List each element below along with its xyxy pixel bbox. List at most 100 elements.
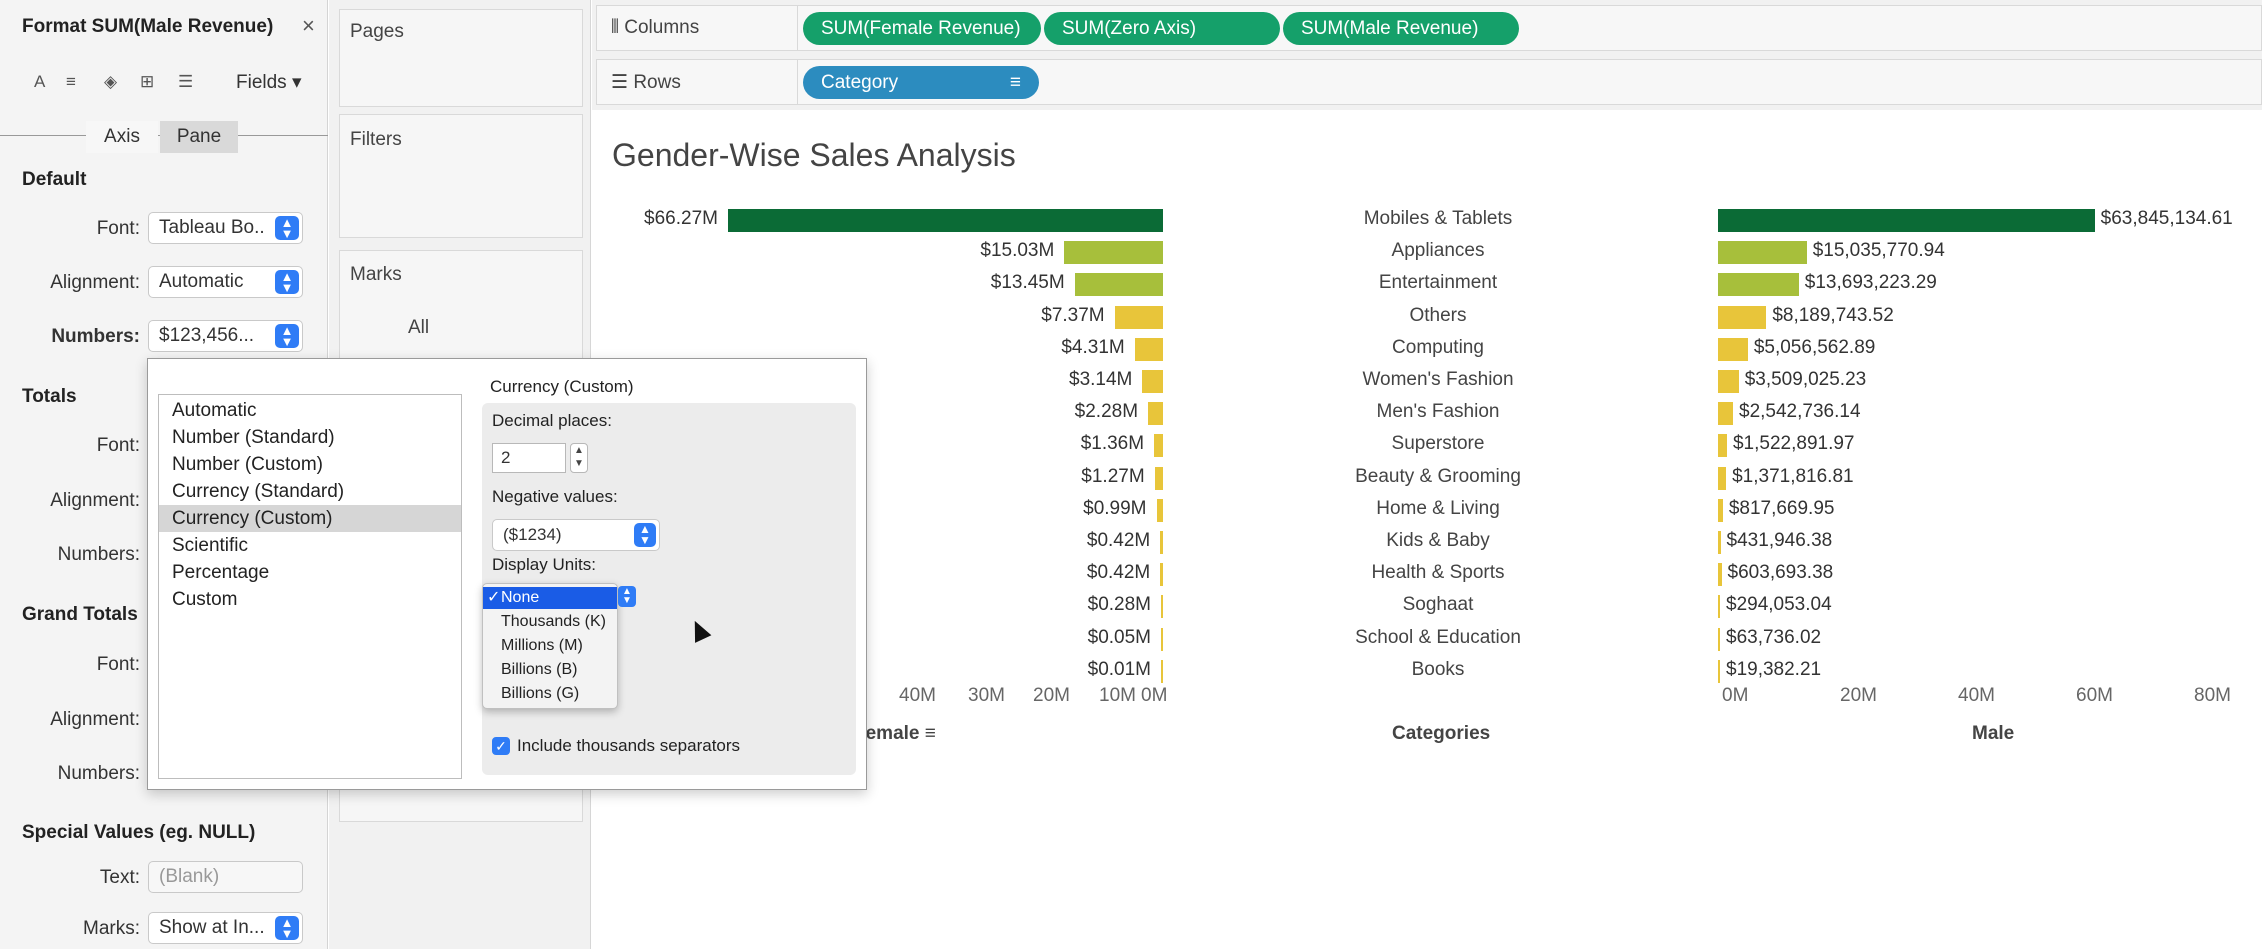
number-format-list[interactable]: Automatic Number (Standard) Number (Cust… <box>158 394 462 779</box>
male-bar[interactable] <box>1718 305 1767 329</box>
category-label: Men's Fashion <box>1376 401 1500 423</box>
male-bar[interactable] <box>1718 595 1720 619</box>
pill-zero-axis[interactable]: SUM(Zero Axis) <box>1044 12 1280 45</box>
default-alignment-label: Alignment: <box>50 272 140 293</box>
male-bar[interactable] <box>1718 659 1720 683</box>
grand-totals-font-label: Font: <box>96 654 140 675</box>
female-bar[interactable] <box>1114 305 1163 329</box>
female-value-label: $0.05M <box>1087 626 1151 648</box>
female-bar[interactable] <box>1154 466 1163 490</box>
female-value-label: $0.42M <box>1086 562 1151 584</box>
female-bar[interactable] <box>1074 273 1163 297</box>
female-bar[interactable] <box>1064 241 1163 265</box>
female-bar[interactable] <box>1142 370 1163 393</box>
thousands-separator-label: Include thousands separators <box>517 736 741 755</box>
font-format-icon[interactable]: A <box>34 72 45 92</box>
female-bar[interactable] <box>728 209 1163 232</box>
display-units-menu[interactable]: ✓ None Thousands (K) Millions (M) Billio… <box>482 583 618 709</box>
format-option-percentage[interactable]: Percentage <box>159 559 461 586</box>
columns-shelf[interactable]: ⫴ Columns SUM(Female Revenue) SUM(Zero A… <box>596 5 2262 51</box>
alignment-format-icon[interactable]: ≡ <box>66 72 76 92</box>
decimal-places-stepper[interactable]: ▲ ▼ <box>570 443 588 473</box>
tab-pane[interactable]: Pane <box>160 121 238 153</box>
female-bar[interactable] <box>1134 337 1163 361</box>
default-font-dropdown[interactable]: Tableau Bo.. ▲ ▼ <box>148 212 303 244</box>
default-numbers-label: Numbers: <box>51 326 140 347</box>
format-option-custom[interactable]: Custom <box>159 586 461 613</box>
pill-category[interactable]: Category ≡ <box>803 66 1039 99</box>
male-bar[interactable] <box>1718 370 1739 393</box>
special-marks-value: Show at In... <box>159 917 265 938</box>
format-option-automatic[interactable]: Automatic <box>159 397 461 424</box>
format-option-currency-custom[interactable]: Currency (Custom) <box>159 505 461 532</box>
category-label: Appliances <box>1391 240 1485 262</box>
female-value-label: $66.27M <box>644 208 718 229</box>
male-bar[interactable] <box>1718 337 1748 361</box>
decimal-places-input[interactable]: 2 <box>492 443 566 473</box>
close-icon[interactable]: × <box>302 13 315 39</box>
male-value-label: $603,693.38 <box>1727 562 1834 584</box>
pill-male-revenue[interactable]: SUM(Male Revenue) <box>1283 12 1519 45</box>
female-bar[interactable] <box>1161 595 1163 619</box>
female-bar[interactable] <box>1148 402 1163 426</box>
male-axis-tick: 20M <box>1840 685 1877 706</box>
pill-female-revenue[interactable]: SUM(Female Revenue) <box>803 12 1041 45</box>
chevron-updown-icon: ▲ ▼ <box>275 916 299 940</box>
unit-option-billions-g[interactable]: Billions (G) <box>483 683 617 705</box>
marks-all-tab[interactable]: All <box>408 317 429 339</box>
filters-card[interactable]: Filters <box>339 114 583 238</box>
female-bar[interactable] <box>1160 563 1163 587</box>
female-bar[interactable] <box>1160 531 1163 554</box>
male-axis-tick: 0M <box>1722 685 1749 706</box>
tab-axis[interactable]: Axis <box>86 121 158 153</box>
unit-option-none[interactable]: ✓ None <box>483 587 617 609</box>
format-option-number-custom[interactable]: Number (Custom) <box>159 451 461 478</box>
decimal-places-label: Decimal places: <box>492 411 612 430</box>
female-value-label: $1.27M <box>1081 465 1145 487</box>
default-alignment-dropdown[interactable]: Automatic ▲ ▼ <box>148 266 303 298</box>
negative-values-label: Negative values: <box>492 487 618 506</box>
rows-shelf[interactable]: ☰ Rows Category ≡ <box>596 59 2262 105</box>
male-value-label: $13,693,223.29 <box>1804 272 1937 294</box>
female-axis-tick: 10M <box>1099 685 1136 706</box>
male-bar[interactable] <box>1718 627 1720 651</box>
categories-header: Categories <box>1392 723 1491 744</box>
format-option-number-standard[interactable]: Number (Standard) <box>159 424 461 451</box>
columns-shelf-text: Columns <box>624 17 700 38</box>
special-marks-dropdown[interactable]: Show at In... ▲ ▼ <box>148 912 303 944</box>
pages-card[interactable]: Pages <box>339 9 583 107</box>
borders-format-icon[interactable]: ⊞ <box>140 72 154 92</box>
chevron-updown-icon: ▲ ▼ <box>275 216 299 240</box>
default-font-label: Font: <box>96 218 140 239</box>
sort-icon: ≡ <box>1009 72 1021 93</box>
male-bar[interactable] <box>1718 563 1722 587</box>
lines-format-icon[interactable]: ☰ <box>178 72 193 92</box>
default-numbers-dropdown[interactable]: $123,456... ▲ ▼ <box>148 320 303 352</box>
thousands-separator-checkbox[interactable]: ✓ <box>492 737 510 755</box>
unit-option-billions-b[interactable]: Billions (B) <box>483 659 617 681</box>
fields-dropdown[interactable]: Fields ▾ <box>236 71 302 94</box>
female-bar[interactable] <box>1154 434 1163 458</box>
male-bar[interactable] <box>1718 402 1733 426</box>
unit-option-millions[interactable]: Millions (M) <box>483 635 617 657</box>
female-bar[interactable] <box>1161 627 1163 651</box>
special-marks-label: Marks: <box>83 918 140 939</box>
male-bar[interactable] <box>1718 241 1807 265</box>
male-bar[interactable] <box>1718 273 1799 297</box>
male-bar[interactable] <box>1718 466 1727 490</box>
section-totals-title: Totals <box>22 386 77 407</box>
female-bar[interactable] <box>1161 659 1163 683</box>
male-bar[interactable] <box>1718 498 1723 522</box>
shading-format-icon[interactable]: ◈ <box>104 72 117 92</box>
male-bar[interactable] <box>1718 434 1727 458</box>
special-text-input[interactable]: (Blank) <box>148 861 303 893</box>
negative-values-dropdown[interactable]: ($1234) ▲ ▼ <box>492 519 660 551</box>
unit-option-thousands[interactable]: Thousands (K) <box>483 611 617 633</box>
female-bar[interactable] <box>1156 498 1163 522</box>
male-value-label: $63,736.02 <box>1726 626 1822 648</box>
format-option-scientific[interactable]: Scientific <box>159 532 461 559</box>
male-bar[interactable] <box>1718 209 2095 232</box>
format-option-currency-standard[interactable]: Currency (Standard) <box>159 478 461 505</box>
male-bar[interactable] <box>1718 531 1721 554</box>
chevron-updown-icon[interactable]: ▲ ▼ <box>618 586 636 607</box>
